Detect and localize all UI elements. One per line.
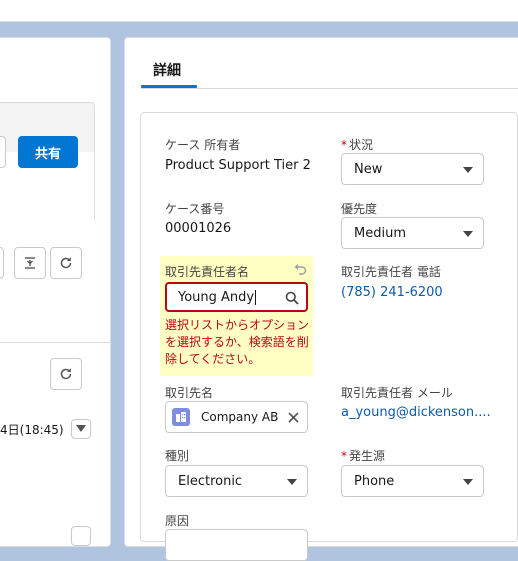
chevron-down-icon <box>287 479 297 485</box>
refresh-icon <box>60 257 72 269</box>
contact-phone-label: 取引先責任者 電話 <box>341 265 441 279</box>
case-owner-label: ケース 所有者 <box>165 138 241 152</box>
required-marker: * <box>341 449 347 463</box>
refresh-button-feed[interactable] <box>50 358 82 390</box>
contact-name-lookup-input[interactable]: Young Andy <box>165 282 308 312</box>
tabs-divider <box>141 88 518 89</box>
case-number-label: ケース番号 <box>165 202 225 216</box>
status-combobox[interactable]: New <box>341 153 484 185</box>
type-label: 種別 <box>165 449 190 463</box>
status-label: * 状況 <box>341 138 374 152</box>
required-marker: * <box>341 138 347 152</box>
left-action-button[interactable] <box>0 136 6 168</box>
divider <box>0 342 111 343</box>
left-panel <box>0 37 111 547</box>
refresh-button[interactable] <box>50 247 82 279</box>
chevron-down-icon <box>463 479 473 485</box>
priority-combobox[interactable]: Medium <box>341 217 484 249</box>
chevron-down-icon <box>463 231 473 237</box>
share-button[interactable]: 共有 <box>18 136 78 168</box>
type-combobox[interactable]: Electronic <box>165 465 308 497</box>
case-owner-value: Product Support Tier 2 <box>165 158 311 173</box>
contact-email-link[interactable]: a_young@dickenson.... <box>341 405 491 420</box>
chevron-down-icon <box>463 167 473 173</box>
reason-combobox[interactable] <box>165 529 308 561</box>
priority-label: 優先度 <box>341 202 378 216</box>
account-icon <box>172 408 190 426</box>
origin-label: * 発生源 <box>341 449 386 463</box>
left-clipped-button[interactable] <box>0 247 4 279</box>
contact-email-label: 取引先責任者 メール <box>341 386 453 400</box>
text-cursor <box>255 289 257 305</box>
close-icon[interactable] <box>288 412 299 423</box>
search-icon[interactable] <box>285 291 299 305</box>
contact-name-label: 取引先責任者名 <box>165 265 250 279</box>
account-name-pill[interactable]: Company AB <box>165 401 308 433</box>
activity-menu-button[interactable] <box>71 419 91 439</box>
chevron-down-icon <box>76 425 86 432</box>
top-bar <box>0 0 518 22</box>
contact-phone-link[interactable]: (785) 241-6200 <box>341 285 443 300</box>
tab-detail[interactable]: 詳細 <box>153 60 181 80</box>
activity-date: 4日(18:45) <box>0 423 64 437</box>
expand-collapse-button[interactable] <box>14 247 46 279</box>
refresh-icon <box>60 368 72 380</box>
origin-combobox[interactable]: Phone <box>341 465 484 497</box>
contact-name-error: 選択リストからオプションを選択するか、検索語を削除してください。 <box>165 318 310 366</box>
case-number-value: 00001026 <box>165 221 232 236</box>
activity-menu-button-2[interactable] <box>71 526 91 546</box>
reason-label: 原因 <box>165 514 190 528</box>
expand-collapse-icon <box>25 257 35 269</box>
undo-icon[interactable] <box>293 262 307 276</box>
account-name-label: 取引先名 <box>165 386 214 400</box>
